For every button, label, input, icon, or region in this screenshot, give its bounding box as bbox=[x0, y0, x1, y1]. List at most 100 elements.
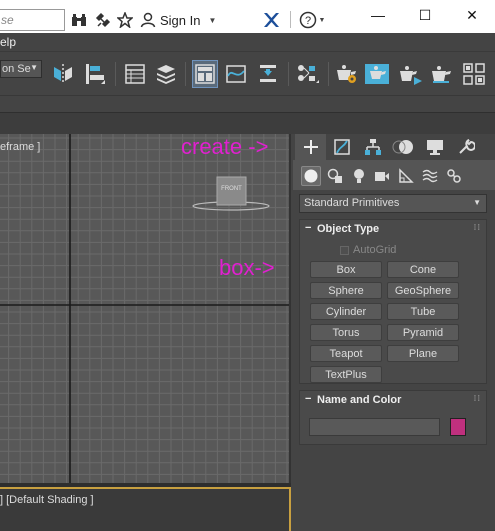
name-and-color-header[interactable]: − Name and Color ⁞⁞ bbox=[300, 391, 486, 411]
viewcube[interactable]: FRONT bbox=[190, 174, 272, 212]
motion-tab[interactable] bbox=[388, 134, 419, 160]
ribbon-bar bbox=[0, 95, 495, 113]
toolbar-gap bbox=[0, 113, 495, 134]
rendered-frame-window-icon[interactable] bbox=[364, 60, 390, 88]
schematic-view-icon[interactable] bbox=[255, 60, 281, 88]
systems-icon[interactable] bbox=[444, 166, 464, 186]
toolbar-divider bbox=[288, 62, 289, 86]
cone-button[interactable]: Cone bbox=[387, 261, 459, 278]
svg-text:?: ? bbox=[304, 15, 310, 27]
named-selection-set-label: on Se bbox=[2, 63, 31, 75]
chevron-down-icon: ▼ bbox=[208, 15, 217, 25]
viewcube-face-label: FRONT bbox=[221, 186, 242, 192]
lights-icon[interactable] bbox=[349, 166, 369, 186]
binoculars-icon[interactable] bbox=[70, 9, 88, 31]
object-type-header[interactable]: − Object Type ⁞⁞ bbox=[300, 220, 486, 240]
search-input[interactable]: se bbox=[0, 9, 65, 31]
modify-icon bbox=[333, 139, 350, 155]
sphere-button[interactable]: Sphere bbox=[310, 282, 382, 299]
display-tab[interactable] bbox=[419, 134, 450, 160]
drag-grip-icon[interactable]: ⁞⁞ bbox=[474, 223, 481, 232]
scene-explorer-icon[interactable] bbox=[122, 60, 148, 88]
satellite-icon[interactable] bbox=[94, 9, 112, 31]
teapot-button[interactable]: Teapot bbox=[310, 345, 382, 362]
motion-icon bbox=[392, 140, 413, 154]
material-editor-icon[interactable] bbox=[295, 60, 321, 88]
hierarchy-icon bbox=[364, 139, 381, 155]
minimize-button[interactable]: — bbox=[355, 0, 401, 30]
cameras-icon[interactable] bbox=[372, 166, 392, 186]
help-icon[interactable]: ? ▼ bbox=[298, 9, 326, 31]
toolbar-divider bbox=[185, 62, 186, 86]
plus-icon bbox=[303, 140, 318, 154]
utilities-tab[interactable] bbox=[450, 134, 481, 160]
primitive-type-value: Standard Primitives bbox=[304, 197, 400, 209]
separator bbox=[290, 11, 291, 28]
toggle-ribbon-icon[interactable] bbox=[192, 60, 218, 88]
viewport-top[interactable]: eframe ] FRONT create -> box-> bbox=[0, 134, 291, 483]
layer-explorer-icon[interactable] bbox=[153, 60, 179, 88]
wrench-icon bbox=[458, 139, 475, 154]
chevron-down-icon: ▼ bbox=[318, 16, 326, 24]
tube-button[interactable]: Tube bbox=[387, 303, 459, 320]
shapes-icon[interactable] bbox=[325, 166, 345, 186]
render-production-icon[interactable] bbox=[397, 60, 423, 88]
render-in-cloud-icon[interactable] bbox=[461, 60, 487, 88]
object-type-rollout: − Object Type ⁞⁞ AutoGrid Box Cone Spher… bbox=[299, 219, 487, 384]
hierarchy-tab[interactable] bbox=[357, 134, 388, 160]
space-warps-icon[interactable] bbox=[420, 166, 440, 186]
monitor-icon bbox=[426, 140, 443, 155]
chevron-down-icon: ▼ bbox=[30, 63, 38, 72]
autogrid-label: AutoGrid bbox=[353, 244, 397, 256]
object-type-title: Object Type bbox=[317, 223, 380, 235]
sign-in-button[interactable]: Sign In ▼ bbox=[140, 10, 216, 30]
close-button[interactable]: ✕ bbox=[449, 0, 495, 30]
object-color-swatch[interactable] bbox=[450, 418, 466, 436]
menu-item-help[interactable]: elp bbox=[0, 35, 16, 49]
geometry-icon[interactable] bbox=[301, 166, 321, 186]
star-icon[interactable] bbox=[116, 9, 134, 31]
object-preview bbox=[205, 521, 265, 531]
title-bar: se Sign In ▼ ? ▼ — ☐ ✕ bbox=[0, 0, 495, 33]
command-panel: Standard Primitives ▼ − Object Type ⁞⁞ A… bbox=[293, 134, 495, 531]
checkbox-box bbox=[340, 245, 349, 255]
maximize-button[interactable]: ☐ bbox=[402, 0, 448, 30]
box-button[interactable]: Box bbox=[310, 261, 382, 278]
collapse-icon: − bbox=[305, 222, 312, 234]
name-and-color-rollout: − Name and Color ⁞⁞ bbox=[299, 390, 487, 445]
menu-bar: elp bbox=[0, 33, 495, 51]
mirror-icon[interactable] bbox=[50, 60, 76, 88]
name-and-color-title: Name and Color bbox=[317, 394, 402, 406]
torus-button[interactable]: Torus bbox=[310, 324, 382, 341]
drag-grip-icon[interactable]: ⁞⁞ bbox=[474, 394, 481, 403]
toolbar-divider bbox=[115, 62, 116, 86]
render-setup-icon[interactable] bbox=[333, 60, 359, 88]
annotation-create: create -> bbox=[181, 134, 269, 159]
primitive-type-dropdown[interactable]: Standard Primitives ▼ bbox=[299, 194, 487, 213]
object-name-field[interactable] bbox=[309, 418, 440, 436]
viewport-label[interactable]: ] [Default Shading ] bbox=[0, 494, 94, 506]
curve-editor-icon[interactable] bbox=[223, 60, 249, 88]
chevron-down-icon: ▼ bbox=[473, 198, 481, 207]
geosphere-button[interactable]: GeoSphere bbox=[387, 282, 459, 299]
create-category-bar bbox=[293, 160, 495, 190]
pyramid-button[interactable]: Pyramid bbox=[387, 324, 459, 341]
plane-button[interactable]: Plane bbox=[387, 345, 459, 362]
helpers-icon[interactable] bbox=[396, 166, 416, 186]
viewport-perspective[interactable]: ] [Default Shading ] bbox=[0, 487, 291, 531]
textplus-button[interactable]: TextPlus bbox=[310, 366, 382, 383]
x-exchange-icon[interactable] bbox=[262, 9, 280, 31]
annotation-box: box-> bbox=[219, 255, 275, 280]
viewport-label[interactable]: eframe ] bbox=[0, 141, 40, 153]
cylinder-button[interactable]: Cylinder bbox=[310, 303, 382, 320]
render-iterative-icon[interactable] bbox=[429, 60, 455, 88]
autogrid-checkbox[interactable]: AutoGrid bbox=[340, 244, 396, 256]
create-tab[interactable] bbox=[295, 134, 326, 160]
align-icon[interactable] bbox=[82, 60, 108, 88]
modify-tab[interactable] bbox=[326, 134, 357, 160]
sign-in-label: Sign In bbox=[160, 12, 201, 28]
main-toolbar: on Se ▼ bbox=[0, 51, 495, 95]
user-icon bbox=[140, 12, 156, 28]
collapse-icon: − bbox=[305, 393, 312, 405]
named-selection-set-dropdown[interactable]: on Se ▼ bbox=[0, 60, 42, 78]
